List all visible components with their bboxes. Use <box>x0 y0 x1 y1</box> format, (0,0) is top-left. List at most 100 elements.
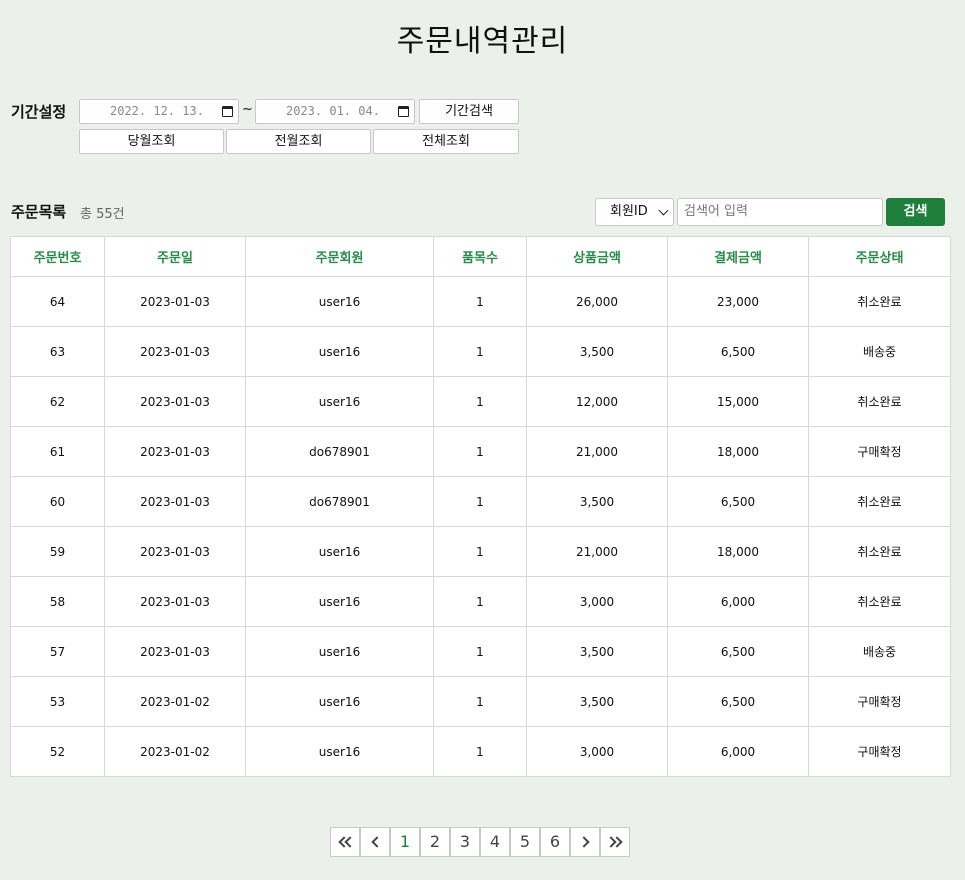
product-amount-cell: 21,000 <box>526 526 668 577</box>
period-search-button[interactable]: 기간검색 <box>419 99 519 124</box>
member-cell: do678901 <box>245 476 434 527</box>
search-input[interactable]: 검색어 입력 <box>677 198 883 226</box>
last-month-button[interactable]: 전월조회 <box>226 129 371 154</box>
order-status-cell: 취소완료 <box>808 276 951 327</box>
chevron-down-icon <box>658 205 669 216</box>
this-month-button[interactable]: 당월조회 <box>79 129 224 154</box>
payment-amount-cell: 6,500 <box>667 676 809 727</box>
order-no-cell: 60 <box>10 476 105 527</box>
order-date-cell: 2023-01-02 <box>104 726 246 777</box>
table-row[interactable]: 53 2023-01-02 user16 1 3,500 6,500 구매확정 <box>10 676 951 727</box>
header-item-count[interactable]: 품목수 <box>433 236 527 277</box>
table-row[interactable]: 60 2023-01-03 do678901 1 3,500 6,500 취소완료 <box>10 476 951 527</box>
product-amount-cell: 3,500 <box>526 676 668 727</box>
all-period-button[interactable]: 전체조회 <box>373 129 519 154</box>
order-no-cell: 52 <box>10 726 105 777</box>
item-count-cell: 1 <box>433 576 527 627</box>
start-date-input[interactable]: 2022. 12. 13. <box>79 99 239 124</box>
order-no-cell: 64 <box>10 276 105 327</box>
page-6-button[interactable]: 6 <box>540 827 570 857</box>
order-status-cell: 취소완료 <box>808 376 951 427</box>
order-status-cell: 구매확정 <box>808 676 951 727</box>
page-1-button[interactable]: 1 <box>390 827 420 857</box>
order-status-cell: 취소완료 <box>808 476 951 527</box>
product-amount-cell: 26,000 <box>526 276 668 327</box>
calendar-icon[interactable] <box>398 106 409 117</box>
order-no-cell: 57 <box>10 626 105 677</box>
order-date-cell: 2023-01-03 <box>104 626 246 677</box>
member-cell: user16 <box>245 376 434 427</box>
prev-page-button[interactable] <box>360 827 390 857</box>
start-date-value: 2022. 12. 13. <box>110 104 204 118</box>
item-count-cell: 1 <box>433 276 527 327</box>
end-date-input[interactable]: 2023. 01. 04. <box>255 99 415 124</box>
member-cell: do678901 <box>245 426 434 477</box>
calendar-icon[interactable] <box>222 106 233 117</box>
product-amount-cell: 21,000 <box>526 426 668 477</box>
order-count: 총 55건 <box>80 207 125 222</box>
first-page-button[interactable] <box>330 827 360 857</box>
order-no-cell: 63 <box>10 326 105 377</box>
order-date-cell: 2023-01-03 <box>104 326 246 377</box>
table-row[interactable]: 59 2023-01-03 user16 1 21,000 18,000 취소완료 <box>10 526 951 577</box>
product-amount-cell: 3,000 <box>526 726 668 777</box>
table-row[interactable]: 62 2023-01-03 user16 1 12,000 15,000 취소완료 <box>10 376 951 427</box>
order-no-cell: 62 <box>10 376 105 427</box>
product-amount-cell: 12,000 <box>526 376 668 427</box>
member-cell: user16 <box>245 626 434 677</box>
table-row[interactable]: 63 2023-01-03 user16 1 3,500 6,500 배송중 <box>10 326 951 377</box>
item-count-cell: 1 <box>433 476 527 527</box>
table-row[interactable]: 64 2023-01-03 user16 1 26,000 23,000 취소완료 <box>10 276 951 327</box>
order-date-cell: 2023-01-03 <box>104 376 246 427</box>
search-button[interactable]: 검색 <box>886 198 945 226</box>
payment-amount-cell: 6,500 <box>667 326 809 377</box>
header-payment-amount[interactable]: 결제금액 <box>667 236 809 277</box>
member-cell: user16 <box>245 676 434 727</box>
product-amount-cell: 3,000 <box>526 576 668 627</box>
page-2-button[interactable]: 2 <box>420 827 450 857</box>
table-row[interactable]: 61 2023-01-03 do678901 1 21,000 18,000 구매확정 <box>10 426 951 477</box>
product-amount-cell: 3,500 <box>526 626 668 677</box>
order-date-cell: 2023-01-02 <box>104 676 246 727</box>
chevron-right-icon <box>578 836 590 848</box>
end-date-value: 2023. 01. 04. <box>286 104 380 118</box>
search-filter-select[interactable]: 회원ID <box>595 198 674 226</box>
order-status-cell: 구매확정 <box>808 726 951 777</box>
header-order-no[interactable]: 주문번호 <box>10 236 105 277</box>
page-5-button[interactable]: 5 <box>510 827 540 857</box>
table-row[interactable]: 57 2023-01-03 user16 1 3,500 6,500 배송중 <box>10 626 951 677</box>
table-header-row: 주문번호 주문일 주문회원 품목수 상품금액 결제금액 주문상태 <box>10 236 951 277</box>
order-date-cell: 2023-01-03 <box>104 276 246 327</box>
order-list-title: 주문목록 <box>11 203 67 221</box>
order-status-cell: 취소완료 <box>808 526 951 577</box>
period-label: 기간설정 <box>11 103 67 121</box>
search-filter-value: 회원ID <box>610 204 648 219</box>
product-amount-cell: 3,500 <box>526 326 668 377</box>
header-product-amount[interactable]: 상품금액 <box>526 236 668 277</box>
member-cell: user16 <box>245 326 434 377</box>
order-date-cell: 2023-01-03 <box>104 476 246 527</box>
order-date-cell: 2023-01-03 <box>104 426 246 477</box>
chevron-left-icon <box>371 836 383 848</box>
order-date-cell: 2023-01-03 <box>104 526 246 577</box>
date-separator: ~ <box>242 102 253 117</box>
order-status-cell: 배송중 <box>808 326 951 377</box>
table-row[interactable]: 58 2023-01-03 user16 1 3,000 6,000 취소완료 <box>10 576 951 627</box>
payment-amount-cell: 18,000 <box>667 526 809 577</box>
page-4-button[interactable]: 4 <box>480 827 510 857</box>
header-order-status[interactable]: 주문상태 <box>808 236 951 277</box>
member-cell: user16 <box>245 276 434 327</box>
order-date-cell: 2023-01-03 <box>104 576 246 627</box>
next-page-button[interactable] <box>570 827 600 857</box>
order-no-cell: 61 <box>10 426 105 477</box>
last-page-button[interactable] <box>600 827 630 857</box>
search-placeholder: 검색어 입력 <box>684 204 748 219</box>
header-member[interactable]: 주문회원 <box>245 236 434 277</box>
table-row[interactable]: 52 2023-01-02 user16 1 3,000 6,000 구매확정 <box>10 726 951 777</box>
item-count-cell: 1 <box>433 626 527 677</box>
header-order-date[interactable]: 주문일 <box>104 236 246 277</box>
payment-amount-cell: 6,000 <box>667 726 809 777</box>
page-3-button[interactable]: 3 <box>450 827 480 857</box>
order-status-cell: 구매확정 <box>808 426 951 477</box>
payment-amount-cell: 6,500 <box>667 476 809 527</box>
